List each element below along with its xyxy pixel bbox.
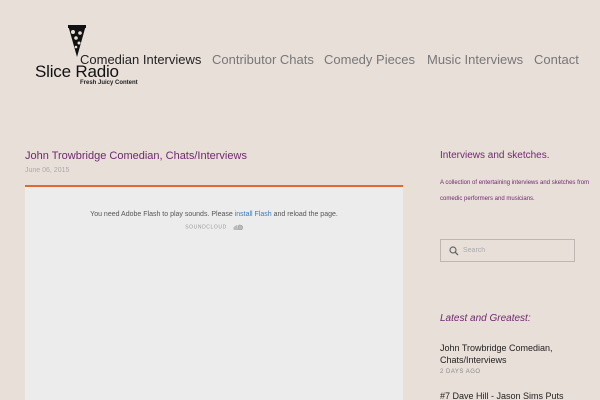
latest-item-title[interactable]: #7 Dave Hill - Jason Sims Puts [440, 390, 590, 400]
sidebar-description: A collection of entertaining interviews … [440, 180, 590, 202]
nav-item-music-interviews[interactable]: Music Interviews [427, 52, 523, 67]
soundcloud-player: You need Adobe Flash to play sounds. Ple… [25, 185, 403, 400]
search-box [440, 239, 575, 262]
search-input[interactable] [463, 243, 571, 258]
sidebar-heading: Interviews and sketches. [440, 150, 550, 161]
latest-heading: Latest and Greatest: [440, 313, 531, 324]
flash-message-after: and reload the page. [271, 211, 338, 218]
soundcloud-brand[interactable]: SOUNDCLOUD [25, 224, 403, 230]
nav-item-contributor-chats[interactable]: Contributor Chats [212, 52, 314, 67]
install-flash-link[interactable]: install Flash [235, 211, 272, 218]
flash-message-before: You need Adobe Flash to play sounds. Ple… [90, 211, 235, 218]
post-date: June 06, 2015 [25, 167, 70, 174]
latest-item-meta: 2 DAYS AGO [440, 369, 481, 375]
flash-message: You need Adobe Flash to play sounds. Ple… [25, 211, 403, 218]
cloud-icon [233, 224, 243, 230]
latest-item-title[interactable]: John Trowbridge Comedian, Chats/Intervie… [440, 342, 590, 366]
nav-item-contact[interactable]: Contact [534, 52, 579, 67]
post-title[interactable]: John Trowbridge Comedian, Chats/Intervie… [25, 150, 247, 162]
soundcloud-label: SOUNDCLOUD [185, 224, 227, 231]
search-icon[interactable] [449, 246, 459, 256]
logo-tagline: Fresh Juicy Content [80, 80, 138, 86]
site-header: Slice Radio Fresh Juicy Content Comedian… [0, 0, 600, 110]
nav-item-comedy-pieces[interactable]: Comedy Pieces [324, 52, 415, 67]
nav-item-comedian-interviews[interactable]: Comedian Interviews [80, 52, 201, 67]
